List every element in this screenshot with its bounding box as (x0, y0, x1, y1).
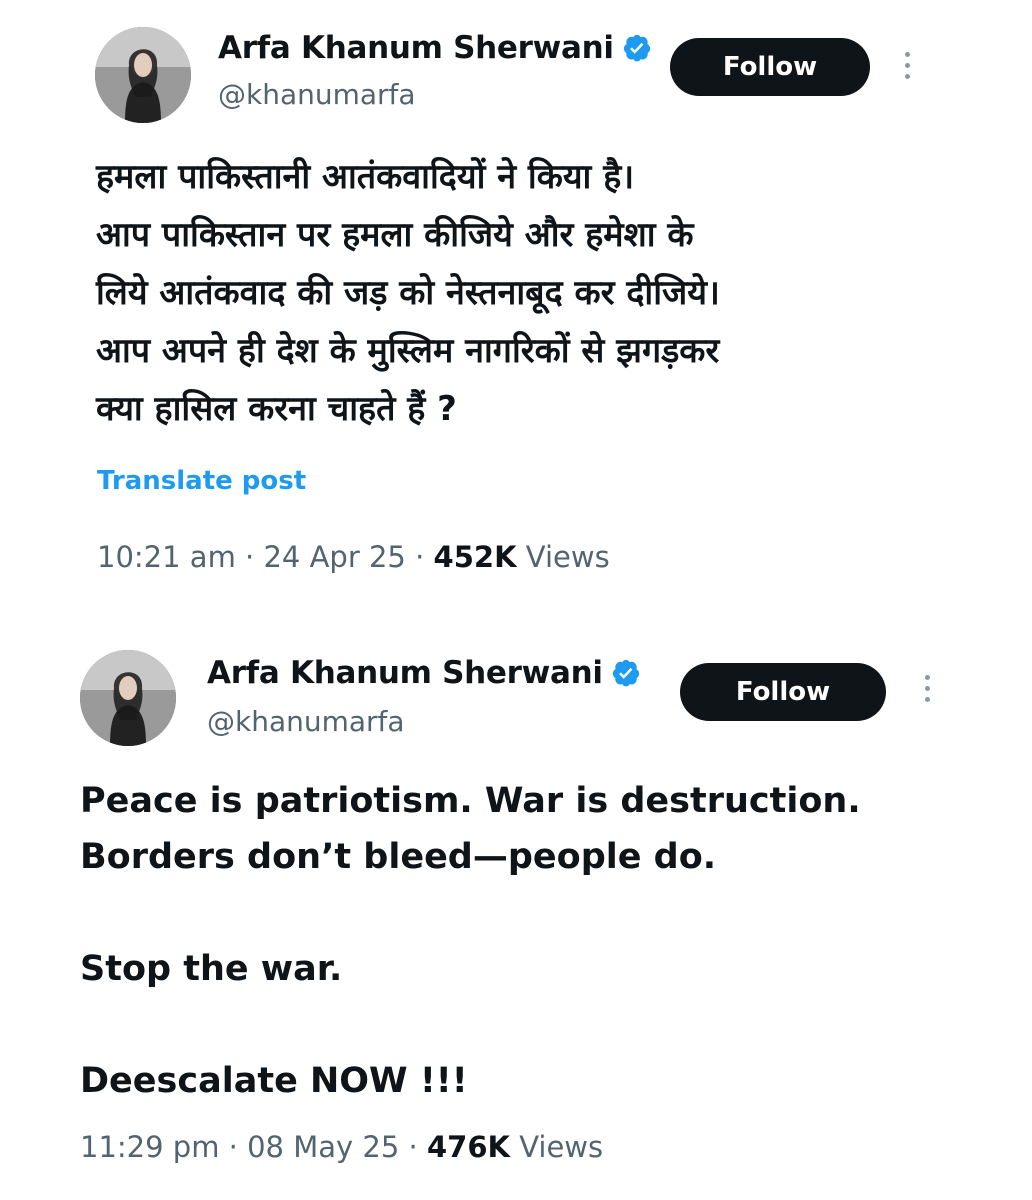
tweet-date[interactable]: 08 May 25 (247, 1130, 399, 1164)
avatar-photo (95, 27, 191, 123)
tweet-card: Arfa Khanum Sherwani @khanumarfa Follow … (0, 625, 1032, 1200)
tweet-date[interactable]: 24 Apr 25 (263, 540, 405, 574)
tweet-text: हमला पाकिस्तानी आतंकवादियों ने किया है। … (96, 157, 720, 429)
views-count: 476K (426, 1130, 510, 1164)
more-vertical-icon[interactable] (902, 52, 912, 86)
tweet-meta: 11:29 pm · 08 May 25 · 476K Views (80, 1130, 604, 1164)
author-name[interactable]: Arfa Khanum Sherwani (218, 30, 614, 66)
follow-button[interactable]: Follow (680, 663, 886, 721)
avatar[interactable] (80, 650, 176, 746)
tweet-time[interactable]: 10:21 am (97, 540, 236, 574)
more-vertical-icon[interactable] (922, 675, 932, 709)
verified-badge-icon (623, 34, 650, 62)
views-label: Views (519, 1130, 604, 1164)
author-name[interactable]: Arfa Khanum Sherwani (207, 655, 603, 691)
author-handle[interactable]: @khanumarfa (218, 78, 416, 111)
author-name-row: Arfa Khanum Sherwani (218, 30, 652, 66)
translate-post-link[interactable]: Translate post (97, 466, 306, 496)
follow-button[interactable]: Follow (670, 38, 870, 96)
views-count: 452K (433, 540, 517, 574)
tweet-card: Arfa Khanum Sherwani @khanumarfa Follow … (0, 0, 1032, 620)
avatar-photo (80, 650, 176, 746)
tweet-time[interactable]: 11:29 pm (80, 1130, 219, 1164)
tweet-meta: 10:21 am · 24 Apr 25 · 452K Views (97, 540, 610, 574)
tweet-text: Peace is patriotism. War is destruction.… (80, 781, 861, 1101)
author-handle[interactable]: @khanumarfa (207, 705, 405, 738)
verified-badge-icon (612, 659, 639, 687)
views-label: Views (525, 540, 610, 574)
author-name-row: Arfa Khanum Sherwani (207, 655, 641, 691)
avatar[interactable] (95, 27, 191, 123)
